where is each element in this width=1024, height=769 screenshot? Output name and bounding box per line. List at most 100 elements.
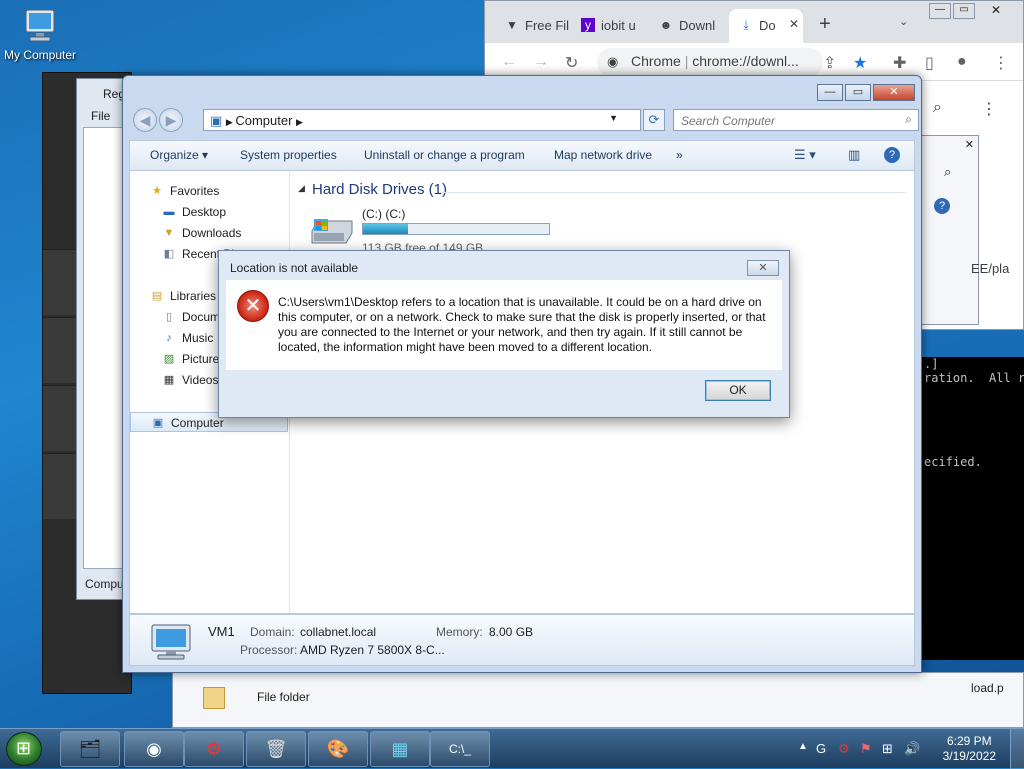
network-icon[interactable]: ⊞ (882, 741, 893, 757)
nav-music[interactable]: ♪ Music (130, 328, 213, 348)
more-icon[interactable]: ⋮ (981, 99, 997, 119)
back-icon[interactable]: ← (501, 53, 517, 71)
domain-label: Domain: (250, 625, 295, 639)
maximize-icon[interactable]: ▭ (953, 3, 975, 19)
nav-videos[interactable]: ▦ Videos (130, 370, 219, 390)
cmd-app-icon[interactable]: C:\_ (430, 731, 490, 767)
explorer-app-icon[interactable]: 🗂 (60, 731, 120, 767)
reload-icon[interactable]: ↻ (565, 53, 578, 73)
status-bar: Compu (85, 577, 124, 591)
share-icon[interactable]: ⇪ (823, 53, 836, 73)
address-bar[interactable]: ▣ ▶ Computer ▶ ▼ (203, 109, 641, 131)
menu-file[interactable]: File (91, 109, 110, 123)
close-icon[interactable]: ✕ (981, 3, 1011, 19)
start-button[interactable] (6, 732, 42, 766)
nav-downloads[interactable]: ▼ Downloads (130, 223, 242, 243)
forward-icon[interactable]: ▶ (159, 108, 183, 132)
drive-c[interactable]: (C:) (C:) 113 GB free of 149 GB (306, 205, 566, 255)
show-desktop-button[interactable] (1010, 729, 1024, 769)
browser-tab-active[interactable]: ⤓ Do ✕ (729, 9, 803, 43)
nav-label: Docum (182, 310, 221, 324)
menu-icon[interactable]: ⋮ (993, 53, 1009, 73)
help-icon[interactable]: ? (934, 198, 950, 214)
new-tab-icon[interactable]: + (819, 13, 831, 36)
download-icon: ⤓ (743, 18, 749, 32)
extensions-icon[interactable]: ✚ (893, 53, 906, 73)
drive-name: (C:) (C:) (362, 207, 406, 221)
minimize-icon[interactable]: — (929, 3, 951, 19)
collapse-group-icon[interactable]: ◢ (298, 183, 305, 194)
action-center-icon[interactable]: ⚑ (860, 741, 872, 757)
browser-tab[interactable]: ☻ Downl (649, 9, 727, 43)
folder-icon (203, 687, 225, 709)
item-name: load.p (971, 681, 1004, 695)
nav-favorites[interactable]: ★ Favorites (130, 181, 219, 201)
view-options-icon[interactable]: ☰ ▾ (794, 147, 816, 163)
nav-desktop[interactable]: ▬ Desktop (130, 202, 227, 222)
clock[interactable]: 6:29 PM 3/19/2022 (943, 734, 996, 764)
chevron-down-icon[interactable]: ▼ (609, 113, 618, 123)
uninstall-program-button[interactable]: Uninstall or change a program (364, 148, 525, 162)
page-text: EE/pla (971, 261, 1010, 276)
browser-tab[interactable]: y iobit u (571, 9, 647, 43)
google-tray-icon[interactable]: G (816, 741, 826, 756)
iobit-app-icon[interactable]: ⚙ (184, 731, 244, 767)
minimize-icon[interactable]: — (817, 84, 843, 101)
search-icon[interactable]: ⌕ (933, 99, 942, 117)
drive-usage-fill (363, 224, 408, 234)
close-icon[interactable]: ✕ (747, 260, 779, 276)
show-hidden-icons-icon[interactable]: ▲ (798, 741, 808, 752)
search-input[interactable]: Search Computer ⌕ (673, 109, 919, 131)
ok-button[interactable]: OK (705, 380, 771, 401)
recycle-app-icon[interactable]: 🗑 (246, 731, 306, 767)
back-icon[interactable]: ◀ (133, 108, 157, 132)
maximize-icon[interactable]: ▭ (845, 84, 871, 101)
browser-tab[interactable]: ▼ Free Fil (495, 9, 569, 43)
omnibox[interactable]: ◉ Chrome | chrome://downl... (597, 48, 823, 76)
volume-icon[interactable]: 🔊 (904, 741, 920, 757)
tab-label: Do (759, 18, 776, 33)
refresh-icon[interactable]: ⟳ (643, 109, 665, 131)
chrome-app-icon[interactable]: ◉ (124, 731, 184, 767)
nav-documents[interactable]: ▯ Docum (130, 307, 220, 327)
iobit-tray-icon[interactable]: ⚙ (838, 741, 850, 757)
error-dialog[interactable]: Location is not available ✕ ✕ C:\Users\v… (218, 250, 790, 418)
desktop-icon-my-computer[interactable]: My Computer (0, 6, 80, 62)
computer-icon: ▣ (152, 417, 164, 429)
omnibox-scheme: Chrome (631, 53, 681, 69)
nav-label: Music (182, 331, 214, 345)
tab-label: Free Fil (525, 18, 569, 33)
dialog-body: ✕ C:\Users\vm1\Desktop refers to a locat… (226, 280, 782, 370)
map-network-drive-button[interactable]: Map network drive (554, 148, 652, 162)
paint-app-icon[interactable]: 🎨 (308, 731, 368, 767)
search-icon[interactable]: ⌕ (944, 164, 951, 180)
close-icon[interactable]: ✕ (965, 138, 974, 151)
preview-pane-icon[interactable]: ▥ (848, 147, 860, 163)
sidebar-tab[interactable] (43, 317, 79, 383)
memory-label: Memory: (436, 625, 483, 639)
close-tab-icon[interactable]: ✕ (789, 17, 799, 31)
forward-icon[interactable]: → (533, 53, 549, 71)
background-explorer-window[interactable]: File folder load.p (172, 672, 1024, 728)
search-icon[interactable]: ⌕ (905, 112, 912, 127)
nav-libraries[interactable]: ▤ Libraries (130, 286, 216, 306)
sidebar-tab[interactable] (43, 249, 79, 315)
yahoo-icon: y (581, 18, 595, 32)
tab-search-icon[interactable]: ⌄ (899, 15, 908, 28)
console-window[interactable]: .] ration. All r ecified. (920, 357, 1024, 660)
organize-button[interactable]: Organize ▾ (150, 148, 208, 162)
side-panel-icon[interactable]: ▯ (925, 53, 934, 73)
system-properties-button[interactable]: System properties (240, 148, 337, 162)
error-icon: ✕ (237, 290, 269, 322)
registry-app-icon[interactable]: ▦ (370, 731, 430, 767)
sidebar-tab[interactable] (43, 453, 79, 519)
close-icon[interactable]: ✕ (873, 84, 915, 101)
nav-pictures[interactable]: ▨ Picture (130, 349, 220, 369)
breadcrumb[interactable]: Computer (235, 113, 292, 128)
group-header[interactable]: Hard Disk Drives (1) (312, 181, 447, 198)
sidebar-tab[interactable] (43, 385, 79, 451)
more-commands-button[interactable]: » (676, 148, 683, 162)
profile-icon[interactable]: ● (957, 53, 967, 71)
bookmark-star-icon[interactable]: ★ (853, 53, 867, 73)
help-icon[interactable]: ? (884, 147, 900, 163)
